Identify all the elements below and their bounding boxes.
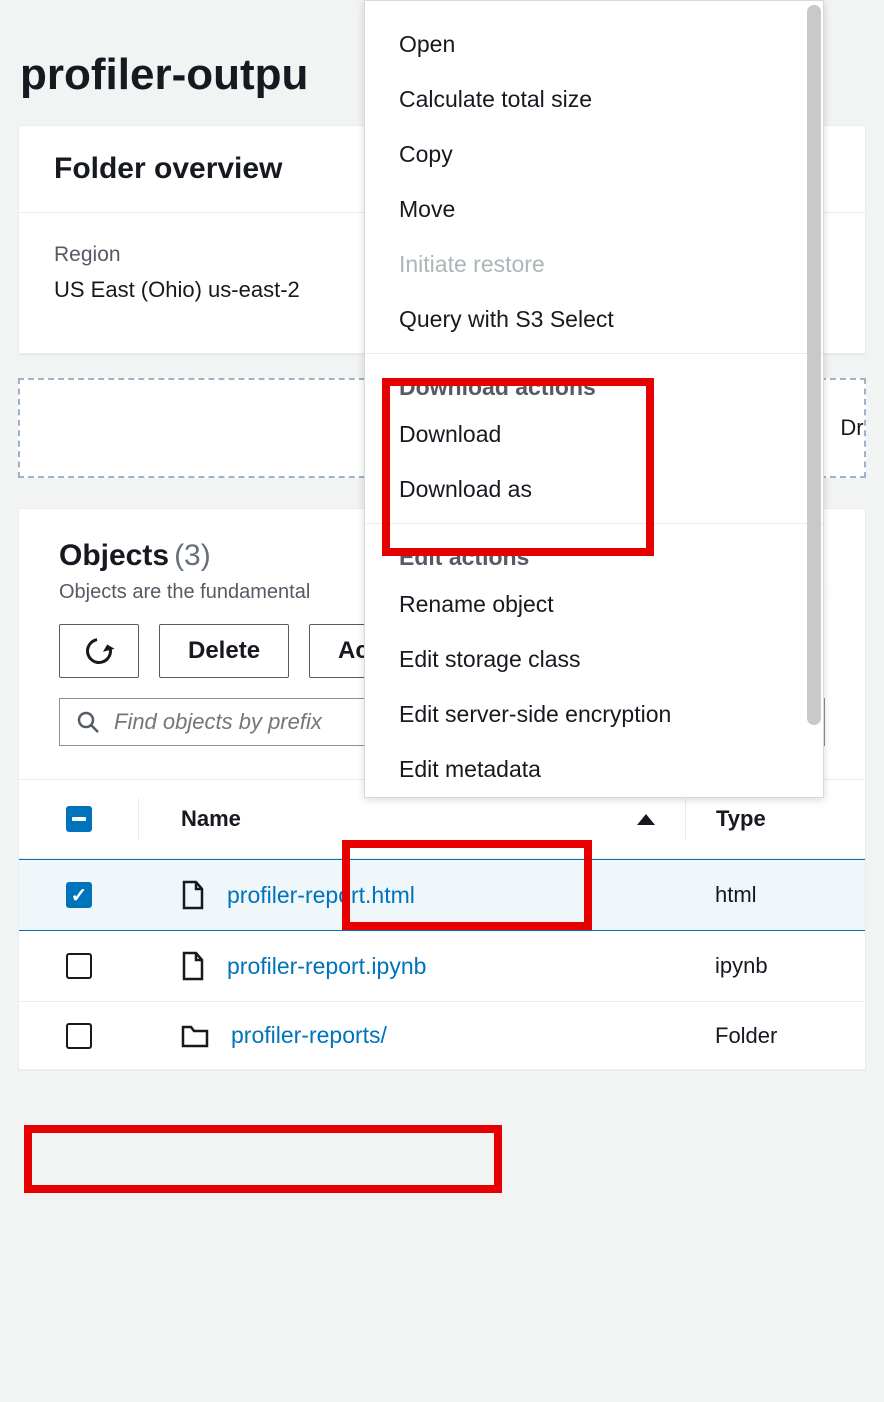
objects-description: Objects are the fundamental	[59, 581, 310, 603]
refresh-icon	[81, 633, 117, 669]
row-type: ipynb	[685, 953, 865, 979]
objects-title: Objects	[59, 539, 169, 572]
dd-rename[interactable]: Rename object	[365, 577, 823, 632]
table-row[interactable]: profiler-reports/ Folder	[19, 1002, 865, 1070]
dd-query-s3-select[interactable]: Query with S3 Select	[365, 292, 823, 347]
dd-open[interactable]: Open	[365, 17, 823, 72]
dd-download-as[interactable]: Download as	[365, 462, 823, 517]
file-icon	[181, 880, 205, 910]
delete-button[interactable]: Delete	[159, 624, 289, 678]
divider	[365, 353, 823, 354]
scrollbar-thumb[interactable]	[807, 5, 821, 725]
refresh-button[interactable]	[59, 624, 139, 678]
object-link[interactable]: profiler-report.html	[227, 882, 415, 909]
row-type: Folder	[685, 1023, 865, 1049]
file-icon	[181, 951, 205, 981]
row-type: html	[685, 882, 865, 908]
dd-download-section: Download actions	[365, 360, 823, 407]
dd-edit-section: Edit actions	[365, 530, 823, 577]
actions-dropdown: Open Calculate total size Copy Move Init…	[364, 0, 824, 798]
dd-edit-sse[interactable]: Edit server-side encryption	[365, 687, 823, 742]
table-row[interactable]: profiler-report.ipynb ipynb	[19, 931, 865, 1002]
scrollbar[interactable]	[807, 5, 821, 729]
column-name-label: Name	[181, 806, 241, 832]
object-link[interactable]: profiler-reports/	[231, 1022, 387, 1049]
row-checkbox[interactable]	[66, 1023, 92, 1049]
column-name-header[interactable]: Name	[139, 806, 685, 832]
folder-icon	[181, 1023, 209, 1049]
dd-edit-storage-class[interactable]: Edit storage class	[365, 632, 823, 687]
dd-move[interactable]: Move	[365, 182, 823, 237]
dd-download[interactable]: Download	[365, 407, 823, 462]
dd-initiate-restore: Initiate restore	[365, 237, 823, 292]
search-icon	[76, 710, 100, 734]
row-checkbox[interactable]	[66, 953, 92, 979]
object-link[interactable]: profiler-report.ipynb	[227, 953, 426, 980]
sort-asc-icon	[637, 814, 655, 825]
dd-copy[interactable]: Copy	[365, 127, 823, 182]
dd-edit-metadata[interactable]: Edit metadata	[365, 742, 823, 797]
row-checkbox[interactable]	[66, 882, 92, 908]
table-row[interactable]: profiler-report.html html	[19, 859, 865, 931]
highlight-selected-row	[24, 1125, 502, 1193]
divider	[365, 523, 823, 524]
objects-count: (3)	[174, 539, 211, 572]
dd-calc-size[interactable]: Calculate total size	[365, 72, 823, 127]
dropzone-text: Drag	[840, 415, 866, 441]
column-type-header[interactable]: Type	[685, 798, 865, 840]
select-all-checkbox[interactable]	[66, 806, 92, 832]
